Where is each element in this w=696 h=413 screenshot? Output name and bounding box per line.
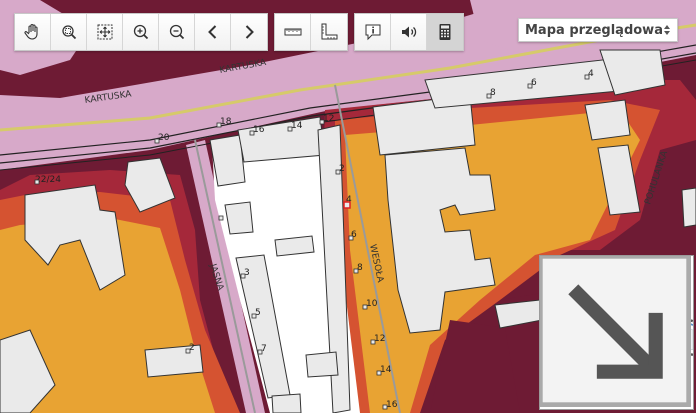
building xyxy=(584,99,631,141)
house-number: 18 xyxy=(220,117,232,127)
chevron-left-icon xyxy=(207,25,216,39)
full-extent-button[interactable] xyxy=(87,14,123,50)
calculator-button[interactable] xyxy=(427,14,463,50)
next-extent-button[interactable] xyxy=(231,14,267,50)
address-point xyxy=(319,119,325,125)
house-number: 10 xyxy=(366,299,378,309)
address-point xyxy=(376,370,382,376)
overview-collapse-icon[interactable] xyxy=(539,255,691,407)
select-arrows-icon xyxy=(664,25,670,35)
address-point xyxy=(257,349,263,355)
audio-button[interactable] xyxy=(391,14,427,50)
magnifier-box-icon xyxy=(61,25,76,40)
full-extent-icon xyxy=(97,24,112,40)
pan-tool-button[interactable] xyxy=(15,14,51,50)
address-point xyxy=(34,179,40,185)
info-icon xyxy=(365,24,380,41)
building xyxy=(681,187,696,228)
speaker-icon xyxy=(401,26,416,38)
house-number: 20 xyxy=(158,133,170,143)
extra-tools-group xyxy=(354,13,464,51)
navigation-tools-group xyxy=(14,13,268,51)
zoom-out-button[interactable] xyxy=(159,14,195,50)
map-toolbar xyxy=(14,13,470,51)
chevron-right-icon xyxy=(245,25,254,39)
address-point xyxy=(353,268,359,274)
address-point xyxy=(249,130,255,136)
address-point xyxy=(335,169,341,175)
selected-address-point[interactable] xyxy=(343,201,351,209)
building xyxy=(224,201,254,235)
house-number: 14 xyxy=(291,121,303,131)
address-point xyxy=(584,74,590,80)
calculator-icon xyxy=(439,24,451,40)
zoom-box-button[interactable] xyxy=(51,14,87,50)
address-point xyxy=(251,313,257,319)
address-point xyxy=(362,304,368,310)
house-number: 16 xyxy=(386,400,398,410)
building xyxy=(271,393,302,413)
basemap-select-value: Mapa przeglądowa xyxy=(525,22,663,38)
zoom-out-icon xyxy=(169,24,184,40)
identify-button[interactable] xyxy=(355,14,391,50)
address-point xyxy=(348,235,354,241)
measure-area-button[interactable] xyxy=(311,14,347,50)
overview-map[interactable] xyxy=(539,255,694,410)
hand-icon xyxy=(23,23,38,40)
map-viewer[interactable]: KARTUSKA KARTUSKA JASNA WESOŁA POHULANKA… xyxy=(0,0,696,413)
ruler-icon xyxy=(284,28,301,36)
address-point xyxy=(218,215,224,221)
address-point xyxy=(486,93,492,99)
address-point xyxy=(185,348,191,354)
basemap-select[interactable]: Mapa przeglądowa xyxy=(518,18,678,42)
house-number: 14 xyxy=(380,365,392,375)
house-number: 12 xyxy=(374,334,385,344)
zoom-in-icon xyxy=(133,24,148,40)
previous-extent-button[interactable] xyxy=(195,14,231,50)
building xyxy=(274,235,315,257)
address-point xyxy=(154,138,160,144)
zoom-in-button[interactable] xyxy=(123,14,159,50)
measure-tools-group xyxy=(274,13,348,51)
address-point xyxy=(216,122,222,128)
house-number: 16 xyxy=(253,125,265,135)
address-point xyxy=(240,273,246,279)
house-number: 12 xyxy=(323,114,334,124)
measure-distance-button[interactable] xyxy=(275,14,311,50)
address-point xyxy=(527,83,533,89)
building xyxy=(305,351,339,378)
address-point xyxy=(370,339,376,345)
area-ruler-icon xyxy=(321,23,338,40)
address-point xyxy=(382,404,388,410)
address-point xyxy=(287,126,293,132)
